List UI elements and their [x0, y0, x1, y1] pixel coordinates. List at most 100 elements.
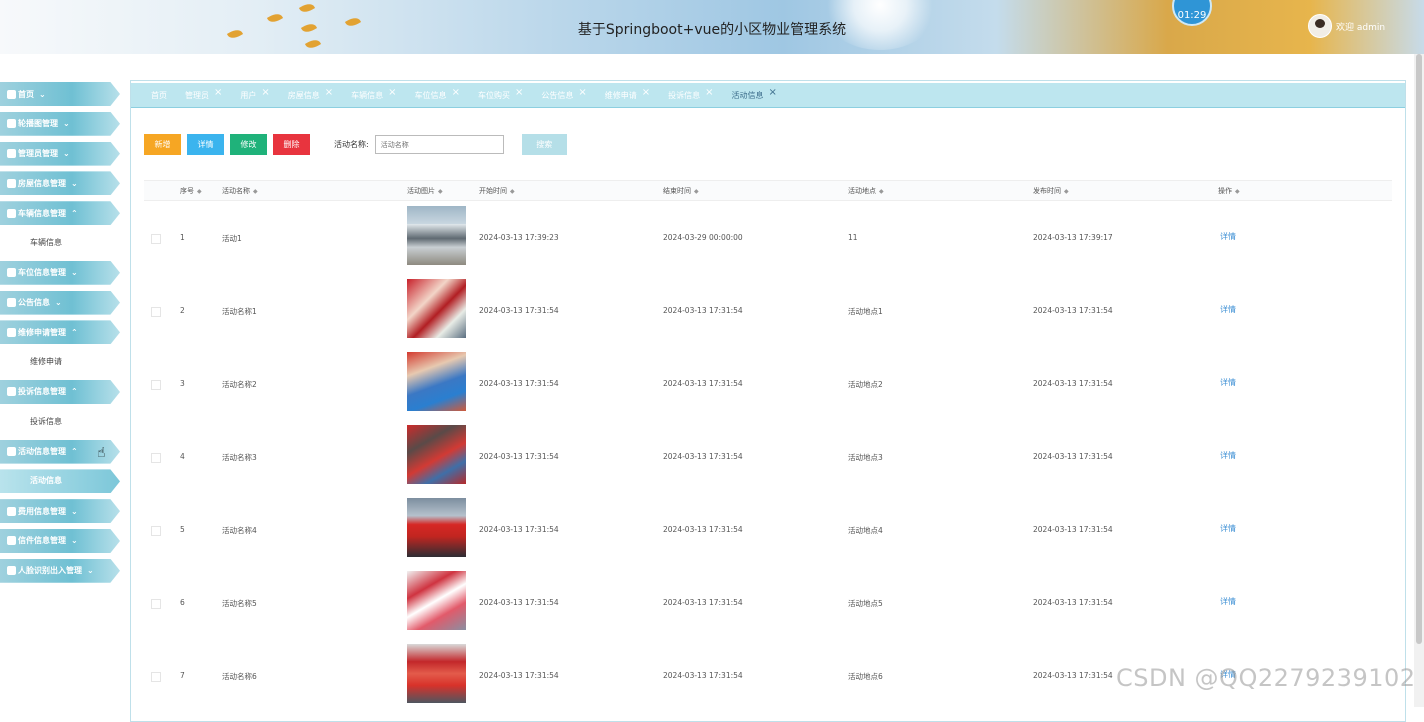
sidebar: 首页 ⌄ 轮播图管理 ⌄ 管理员管理 ⌄ 房屋信息管理 ⌄ 车辆信息管理 ⌃ 车辆信息 车位信息管理 ⌄…: [0, 82, 120, 589]
tab[interactable]: 房屋信息 ×: [288, 87, 333, 101]
row-checkbox[interactable]: [151, 234, 161, 244]
table-row[interactable]: 3 活动名称2 2024-03-13 17:31:54 2024-03-13 17:3…: [144, 347, 1392, 420]
sidebar-item[interactable]: 信件信息管理 ⌄: [0, 528, 120, 553]
tab[interactable]: 公告信息 ×: [541, 87, 586, 101]
col-no[interactable]: 序号 ◆: [180, 186, 202, 196]
sidebar-item[interactable]: 车辆信息管理 ⌃: [0, 201, 120, 226]
tab[interactable]: 车辆信息 ×: [351, 87, 396, 101]
chevron-down-icon: ⌄: [71, 506, 78, 516]
col-image[interactable]: 活动图片 ◆: [407, 186, 443, 196]
tab[interactable]: 管理员 ×: [185, 87, 222, 101]
leaf-decoration: [304, 37, 322, 51]
col-start[interactable]: 开始时间 ◆: [479, 186, 515, 196]
row-detail-link[interactable]: 详情: [1220, 231, 1236, 242]
close-icon[interactable]: ×: [388, 87, 396, 98]
add-button[interactable]: 新增: [144, 134, 181, 155]
sidebar-item-label: 维修申请管理: [18, 327, 66, 337]
sidebar-subitem[interactable]: 活动信息: [0, 469, 120, 494]
close-icon[interactable]: ×: [769, 87, 777, 98]
sidebar-item[interactable]: 首页 ⌄: [0, 82, 120, 106]
sidebar-item[interactable]: 公告信息 ⌄: [0, 290, 120, 315]
row-checkbox[interactable]: [151, 599, 161, 609]
leaf-decoration: [298, 1, 316, 15]
chevron-down-icon: ⌄: [71, 268, 78, 278]
col-end[interactable]: 结束时间 ◆: [663, 186, 699, 196]
page-title: 基于Springboot+vue的小区物业管理系统: [577, 22, 847, 38]
tab[interactable]: 用户 ×: [240, 87, 269, 101]
avatar[interactable]: [1308, 14, 1332, 38]
table-row[interactable]: 4 活动名称3 2024-03-13 17:31:54 2024-03-13 17:3…: [144, 420, 1392, 493]
delete-button[interactable]: 删除: [273, 134, 310, 155]
tab[interactable]: 车位购买 ×: [478, 87, 523, 101]
sidebar-subitem[interactable]: 投诉信息: [0, 410, 120, 434]
table-row[interactable]: 6 活动名称5 2024-03-13 17:31:54 2024-03-13 17:3…: [144, 566, 1392, 639]
row-detail-link[interactable]: 详情: [1220, 523, 1236, 534]
sidebar-item[interactable]: 车位信息管理 ⌄: [0, 260, 120, 285]
activity-image[interactable]: [407, 498, 466, 557]
activity-image[interactable]: [407, 425, 466, 484]
row-checkbox[interactable]: [151, 307, 161, 317]
menu-icon: [7, 268, 16, 278]
sidebar-item[interactable]: 费用信息管理 ⌄: [0, 499, 120, 524]
sidebar-item[interactable]: 人脸识别出入管理 ⌄: [0, 558, 120, 583]
menu-icon: [7, 387, 16, 397]
page-scrollbar[interactable]: [1414, 54, 1424, 707]
row-detail-link[interactable]: 详情: [1220, 596, 1236, 607]
activity-image[interactable]: [407, 644, 466, 703]
tab[interactable]: 首页: [151, 90, 167, 101]
detail-button[interactable]: 详情: [187, 134, 224, 155]
sidebar-item[interactable]: 管理员管理 ⌄: [0, 141, 120, 166]
tab-label: 维修申请: [604, 90, 637, 100]
sidebar-item[interactable]: 房屋信息管理 ⌄: [0, 171, 120, 196]
row-detail-link[interactable]: 详情: [1220, 304, 1236, 315]
row-checkbox[interactable]: [151, 526, 161, 536]
row-place: 活动地点5: [848, 599, 883, 608]
watermark: CSDN @QQ2279239102: [1116, 664, 1416, 692]
close-icon[interactable]: ×: [642, 87, 650, 98]
row-checkbox[interactable]: [151, 380, 161, 390]
row-publish-time: 2024-03-13 17:31:54: [1033, 452, 1113, 461]
tab[interactable]: 投诉信息 ×: [668, 87, 713, 101]
close-icon[interactable]: ×: [515, 87, 523, 98]
close-icon[interactable]: ×: [214, 87, 222, 98]
activity-image[interactable]: [407, 571, 466, 630]
activity-image[interactable]: [407, 352, 466, 411]
row-checkbox[interactable]: [151, 672, 161, 682]
close-icon[interactable]: ×: [578, 87, 586, 98]
col-place[interactable]: 活动地点 ◆: [848, 186, 884, 196]
chevron-up-icon: ⌃: [71, 447, 78, 457]
activity-image[interactable]: [407, 279, 466, 338]
toolbar: 新增 详情 修改 删除 活动名称: 搜索: [144, 134, 567, 155]
close-icon[interactable]: ×: [325, 87, 333, 98]
menu-icon: [7, 149, 16, 159]
tab[interactable]: 活动信息 ×: [732, 87, 777, 101]
col-publish[interactable]: 发布时间 ◆: [1033, 186, 1069, 196]
tab[interactable]: 车位信息 ×: [415, 87, 460, 101]
sidebar-item-label: 轮播图管理: [18, 119, 58, 129]
activity-image[interactable]: [407, 206, 466, 265]
sidebar-item[interactable]: 投诉信息管理 ⌃: [0, 379, 120, 404]
close-icon[interactable]: ×: [261, 87, 269, 98]
close-icon[interactable]: ×: [452, 87, 460, 98]
row-checkbox[interactable]: [151, 453, 161, 463]
table-row[interactable]: 1 活动1 2024-03-13 17:39:23 2024-03-29 00:00:…: [144, 201, 1392, 274]
menu-icon: [7, 536, 16, 546]
table-row[interactable]: 5 活动名称4 2024-03-13 17:31:54 2024-03-13 17:3…: [144, 493, 1392, 566]
row-detail-link[interactable]: 详情: [1220, 450, 1236, 461]
col-action[interactable]: 操作 ◆: [1218, 186, 1240, 196]
user-info[interactable]: 欢迎 admin: [1308, 14, 1385, 38]
sidebar-item[interactable]: 维修申请管理 ⌃: [0, 320, 120, 345]
edit-button[interactable]: 修改: [230, 134, 267, 155]
sidebar-subitem[interactable]: 车辆信息: [0, 231, 120, 255]
row-detail-link[interactable]: 详情: [1220, 377, 1236, 388]
sidebar-subitem[interactable]: 维修申请: [0, 350, 120, 374]
table-row[interactable]: 2 活动名称1 2024-03-13 17:31:54 2024-03-13 17:3…: [144, 274, 1392, 347]
scrollbar-thumb[interactable]: [1416, 54, 1422, 644]
row-publish-time: 2024-03-13 17:31:54: [1033, 598, 1113, 607]
sidebar-item[interactable]: 轮播图管理 ⌄: [0, 111, 120, 136]
col-name[interactable]: 活动名称 ◆: [222, 186, 258, 196]
search-input[interactable]: [374, 135, 504, 154]
search-button[interactable]: 搜索: [521, 134, 567, 155]
close-icon[interactable]: ×: [705, 87, 713, 98]
tab[interactable]: 维修申请 ×: [604, 87, 650, 101]
